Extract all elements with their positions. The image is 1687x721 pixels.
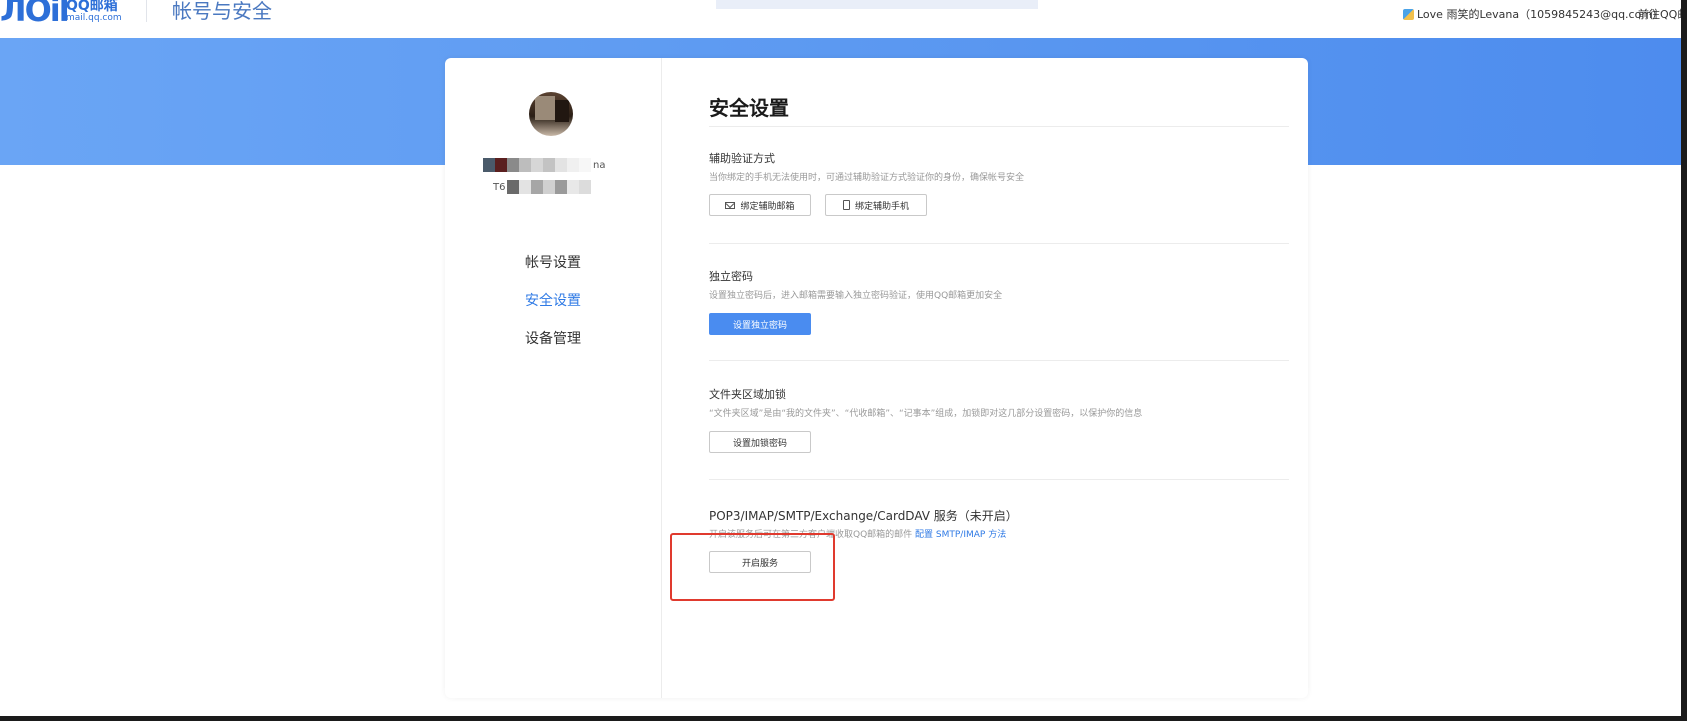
user-info-text: Love 雨笑的Levana（1059845243@qq.com） bbox=[1417, 8, 1664, 21]
set-independent-password-button[interactable]: 设置独立密码 bbox=[709, 313, 811, 335]
section-heading: 独立密码 bbox=[709, 270, 753, 283]
section-description: 开启该服务后可在第三方客户端收取QQ邮箱的邮件 配置 SMTP/IMAP 方法 bbox=[709, 527, 1006, 540]
avatar[interactable] bbox=[529, 92, 573, 136]
section-heading: 文件夹区域加锁 bbox=[709, 388, 786, 401]
browser-viewport: ЛOil QQ邮箱 mail.qq.com 帐号与安全 Love 雨笑的Leva… bbox=[0, 0, 1681, 716]
pixelated-block bbox=[543, 180, 556, 194]
page-heading: 帐号与安全 bbox=[172, 0, 272, 23]
pixelated-block bbox=[579, 158, 591, 172]
section-description: “文件夹区域”是由“我的文件夹”、“代收邮箱”、“记事本”组成，加锁即对这几部分… bbox=[709, 409, 1143, 419]
sidebar-item-security-settings[interactable]: 安全设置 bbox=[445, 282, 661, 320]
pixelated-block bbox=[531, 180, 544, 194]
sidebar-item-account-settings[interactable]: 帐号设置 bbox=[445, 244, 661, 282]
profile-name-suffix: na bbox=[593, 159, 606, 171]
configure-smtp-imap-link[interactable]: 配置 SMTP/IMAP 方法 bbox=[915, 530, 1006, 540]
pixelated-block bbox=[579, 180, 592, 194]
profile-name: na bbox=[483, 158, 605, 172]
user-info[interactable]: Love 雨笑的Levana（1059845243@qq.com） bbox=[1403, 6, 1663, 22]
sidebar-nav: 帐号设置 安全设置 设备管理 bbox=[445, 244, 661, 358]
divider bbox=[709, 479, 1289, 480]
pixelated-block bbox=[507, 180, 520, 194]
pixelated-block bbox=[555, 180, 568, 194]
section-description: 当你绑定的手机无法使用时，可通过辅助验证方式验证你的身份，确保帐号安全 bbox=[709, 173, 1025, 183]
page-title: 安全设置 bbox=[709, 96, 789, 120]
profile-id-prefix: T6 bbox=[493, 181, 506, 193]
user-badge-icon bbox=[1403, 8, 1414, 20]
divider bbox=[709, 360, 1289, 361]
set-lock-password-button[interactable]: 设置加锁密码 bbox=[709, 431, 811, 453]
pixelated-block bbox=[567, 158, 579, 172]
pixelated-block bbox=[555, 158, 567, 172]
mail-icon bbox=[725, 201, 736, 209]
top-strip bbox=[716, 0, 1038, 9]
logo-domain: mail.qq.com bbox=[66, 13, 122, 23]
divider bbox=[709, 126, 1289, 127]
bind-backup-email-button[interactable]: 绑定辅助邮箱 bbox=[709, 194, 811, 216]
pixelated-block bbox=[507, 158, 519, 172]
pixelated-block bbox=[567, 180, 580, 194]
pixelated-block bbox=[531, 158, 543, 172]
pixelated-block bbox=[519, 180, 532, 194]
settings-card: na T6 帐号设置 安全设置 设备管理 安全设置 辅助验证方式 当你绑定的手机… bbox=[445, 58, 1308, 698]
button-label: 绑定辅助邮箱 bbox=[740, 201, 795, 212]
top-bar: ЛOil QQ邮箱 mail.qq.com 帐号与安全 Love 雨笑的Leva… bbox=[0, 0, 1681, 38]
profile-id: T6 bbox=[493, 180, 592, 194]
button-label: 绑定辅助手机 bbox=[854, 201, 909, 212]
goto-mailbox-link[interactable]: 前往QQ邮 bbox=[1638, 6, 1681, 22]
sidebar-item-device-management[interactable]: 设备管理 bbox=[445, 320, 661, 358]
section-description: 设置独立密码后，进入邮箱需要输入独立密码验证，使用QQ邮箱更加安全 bbox=[709, 291, 1003, 301]
enable-service-button[interactable]: 开启服务 bbox=[709, 551, 811, 573]
qqmail-logo-icon[interactable]: ЛOil bbox=[0, 0, 70, 26]
pixelated-block bbox=[483, 158, 495, 172]
section-description-text: 开启该服务后可在第三方客户端收取QQ邮箱的邮件 bbox=[709, 530, 913, 540]
section-heading: 辅助验证方式 bbox=[709, 152, 775, 165]
pixelated-block bbox=[495, 158, 507, 172]
header-divider bbox=[146, 0, 147, 22]
pixelated-block bbox=[519, 158, 531, 172]
divider bbox=[709, 243, 1289, 244]
logo-text[interactable]: QQ邮箱 mail.qq.com bbox=[66, 0, 122, 24]
logo-brand: QQ邮箱 bbox=[66, 0, 118, 14]
profile-sidebar: na T6 帐号设置 安全设置 设备管理 bbox=[445, 58, 662, 698]
bind-backup-phone-button[interactable]: 绑定辅助手机 bbox=[825, 194, 927, 216]
phone-icon bbox=[842, 200, 850, 210]
section-heading: POP3/IMAP/SMTP/Exchange/CardDAV 服务（未开启） bbox=[709, 509, 1018, 523]
pixelated-block bbox=[543, 158, 555, 172]
